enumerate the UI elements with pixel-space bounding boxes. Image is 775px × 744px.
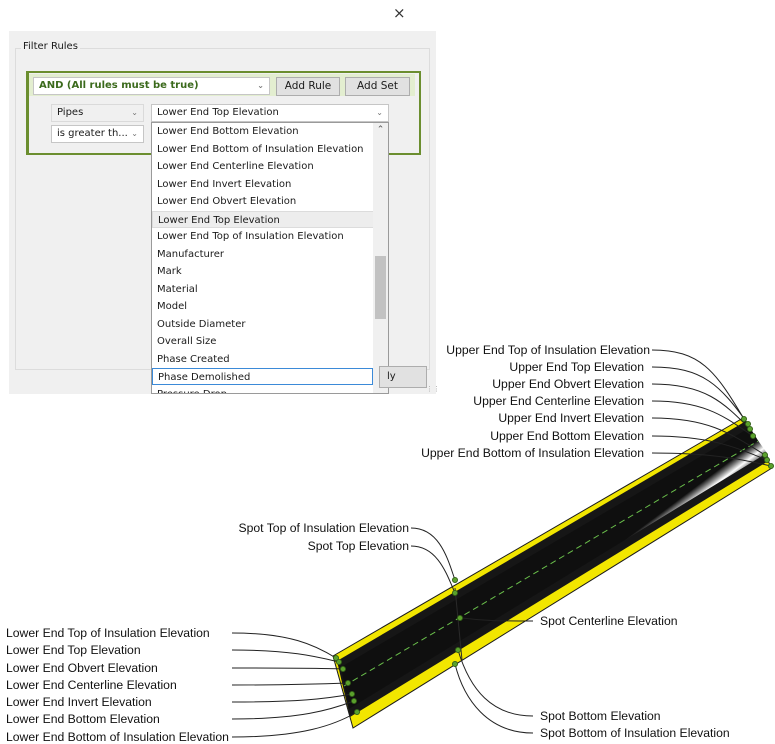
upper-end-bottom-label: Upper End Bottom Elevation: [490, 429, 644, 443]
spot-top-label: Spot Top Elevation: [307, 539, 409, 553]
upper-end-invert-label: Upper End Invert Elevation: [498, 411, 644, 425]
spot-bottom-insulation-label: Spot Bottom of Insulation Elevation: [540, 726, 730, 740]
upper-end-centerline-label: Upper End Centerline Elevation: [473, 394, 644, 408]
upper-end-top-insulation-label: Upper End Top of Insulation Elevation: [446, 343, 650, 357]
lower-end-top-insulation-label: Lower End Top of Insulation Elevation: [6, 626, 210, 640]
spot-centerline-label: Spot Centerline Elevation: [540, 614, 678, 628]
lower-end-bottom-insulation-label: Lower End Bottom of Insulation Elevation: [6, 730, 229, 744]
spot-bottom-label: Spot Bottom Elevation: [540, 709, 661, 723]
spot-top-insulation-label: Spot Top of Insulation Elevation: [238, 521, 409, 535]
lower-end-centerline-label: Lower End Centerline Elevation: [6, 678, 177, 692]
lower-end-top-label: Lower End Top Elevation: [6, 643, 141, 657]
upper-end-obvert-label: Upper End Obvert Elevation: [492, 377, 644, 391]
pipe-core: [341, 428, 767, 709]
upper-end-top-label: Upper End Top Elevation: [509, 360, 644, 374]
lower-end-obvert-label: Lower End Obvert Elevation: [6, 661, 158, 675]
upper-end-bottom-insulation-label: Upper End Bottom of Insulation Elevation: [421, 446, 644, 460]
lower-end-bottom-label: Lower End Bottom Elevation: [6, 712, 160, 726]
lower-end-invert-label: Lower End Invert Elevation: [6, 695, 152, 709]
lower-end-leaders: [231, 632, 358, 738]
